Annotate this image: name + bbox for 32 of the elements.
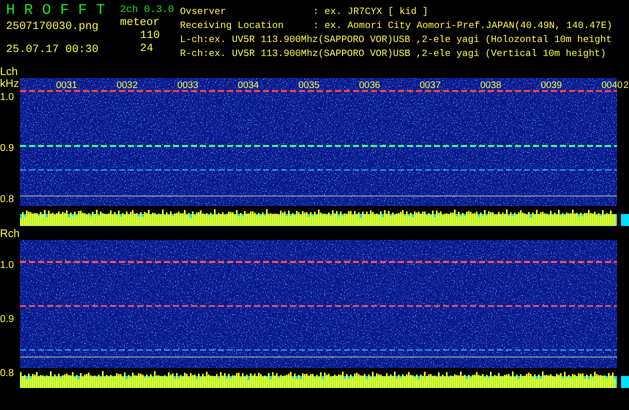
file-name: 2507170030.png [6,21,100,34]
time-label: 0034 [238,80,259,91]
meteor-label: meteor [120,17,160,30]
meteor-count: 24 [139,43,154,56]
time-label: 0031 [56,80,78,91]
axis-tick-label: 0.8 [0,194,14,206]
info-line: L-ch:ex. UV5R 113.900Mhz(SAPPORO VOR)USB ,2-ele yagi (Holozontal 10m height [180,33,612,47]
time-label: 0038 [480,80,502,91]
info-line: R-ch:ex. UV5R 113.900Mhz(SAPPORO VOR)USB ,2-ele yagi (Vertical 10m height) [180,47,606,61]
info-value: : ex. JR7CYX [ kid ] [313,5,428,19]
time-label: 2 [623,80,629,91]
time-label: 0035 [298,80,320,91]
channel-label: Lch [0,66,18,78]
info-label: Receiving Location [180,19,285,33]
channel-label: Rch [0,228,20,240]
meteor-count: 110 [139,30,160,43]
time-label: 0033 [177,80,198,91]
axis-tick-label: 1.0 [0,260,14,272]
axis-tick-label: 1.0 [0,92,14,104]
time-label: 0036 [359,80,380,91]
version-label: 2ch 0.3.0 [120,4,174,17]
axis-tick-label: 0.9 [0,314,14,326]
date-time: 25.07.17 00:30 [6,44,100,57]
info-label: Ovserver [180,5,228,19]
unit-label: kHz [0,78,19,90]
time-label: 0032 [116,80,138,91]
axis-tick-label: 0.8 [0,368,14,380]
time-label: 0037 [420,80,441,91]
app-title: H R O F F T [6,2,106,20]
time-label: 0039 [540,80,562,91]
axis-tick-label: 0.9 [0,143,14,155]
info-value: : ex. Aomori City Aomori-Pref.JAPAN(40.49N, 140.47E) [313,19,612,33]
